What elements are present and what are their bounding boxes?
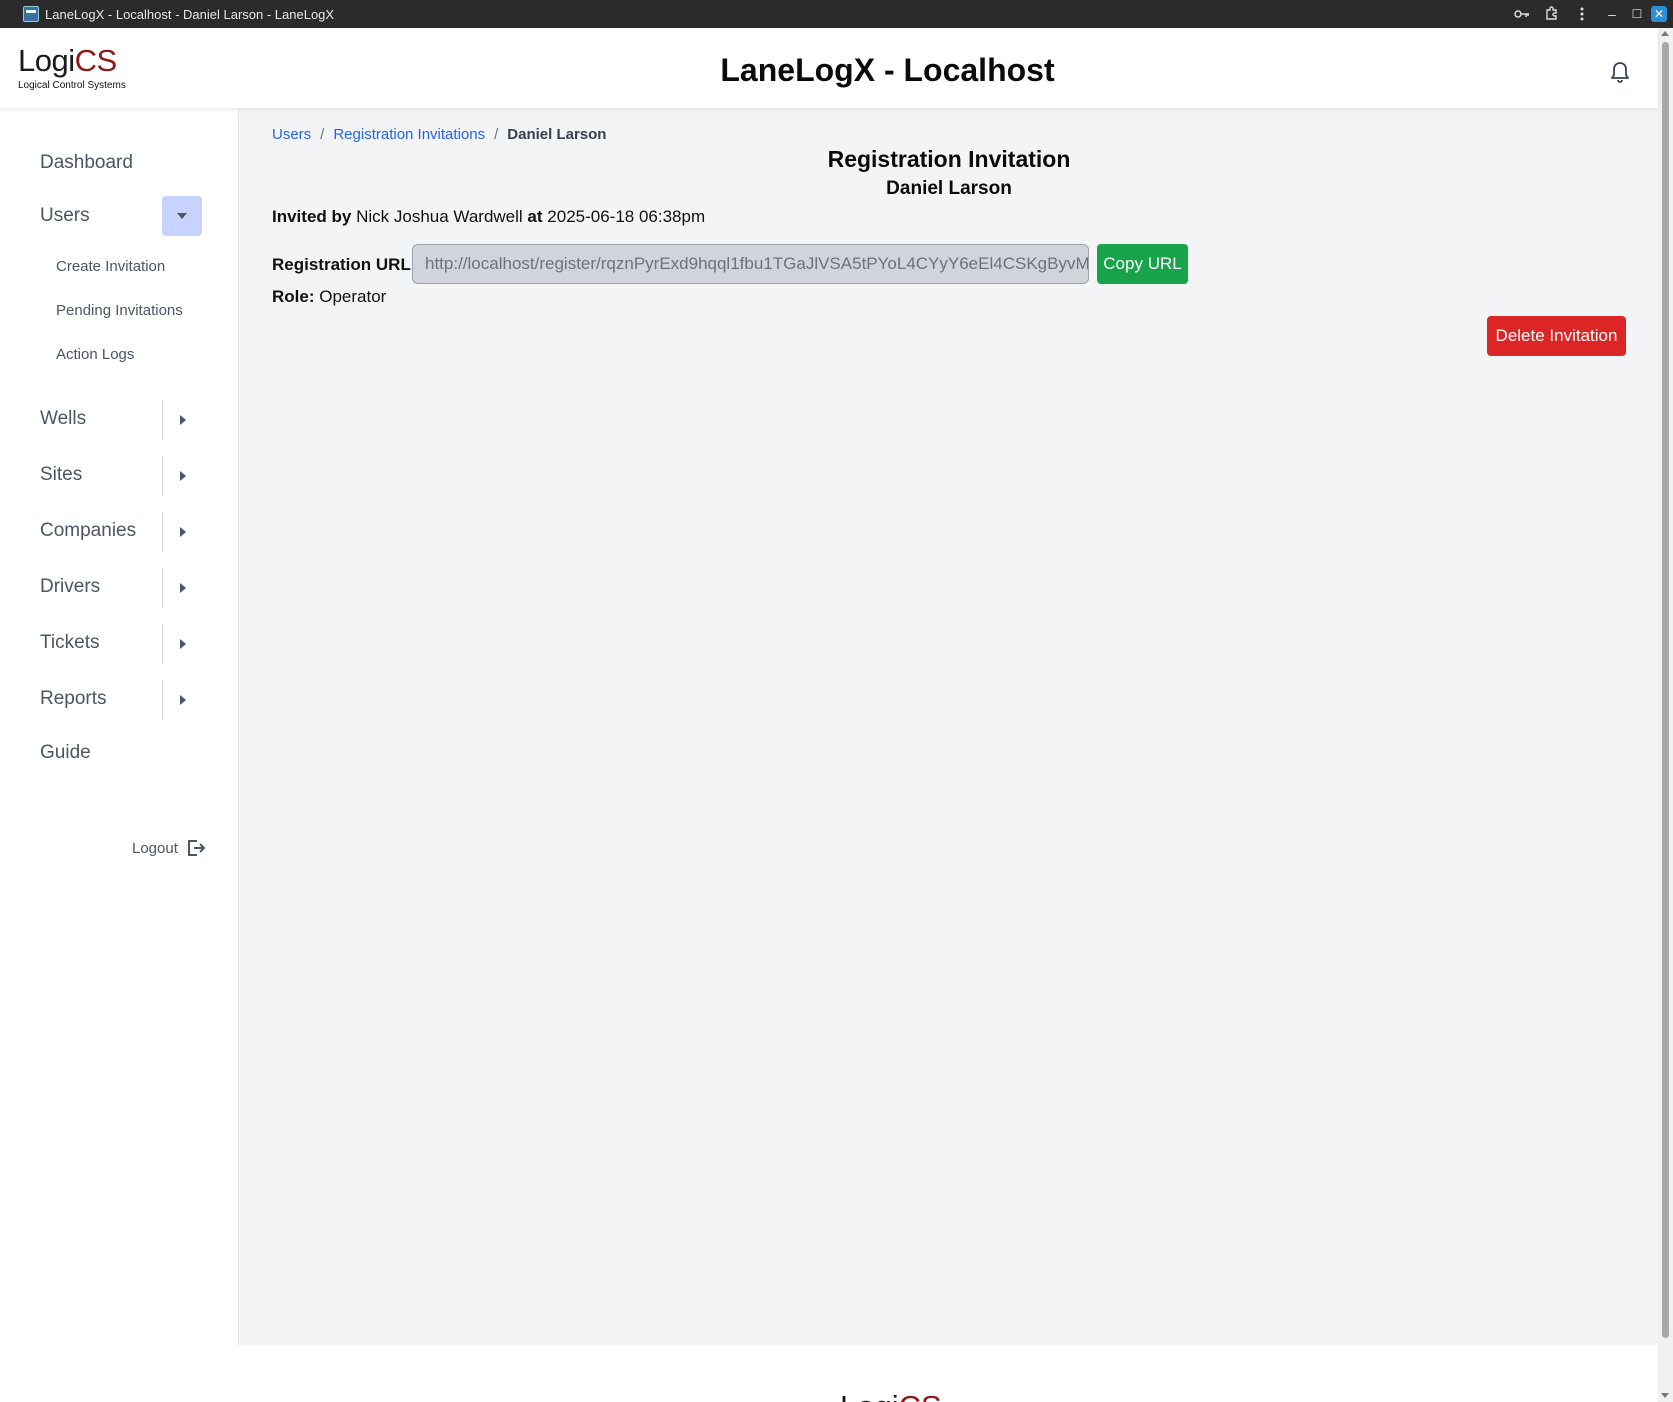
invited-by-label: Invited by (272, 207, 352, 226)
sidebar-item-guide[interactable]: Guide (40, 742, 91, 764)
page-subtitle: Daniel Larson (886, 178, 1012, 199)
logout-label: Logout (132, 839, 178, 857)
role-line: Role: Operator (272, 287, 386, 307)
window-title: LaneLogX - Localhost - Daniel Larson - L… (45, 6, 335, 22)
sidebar-subitem-create-invitation[interactable]: Create Invitation (56, 258, 165, 275)
page-title: Registration Invitation (827, 146, 1071, 172)
breadcrumb-current: Daniel Larson (507, 126, 607, 143)
minimize-button[interactable]: – (1597, 0, 1627, 28)
chevron-right-icon (179, 471, 186, 481)
sidebar-item-reports[interactable]: Reports (40, 688, 107, 710)
more-menu-icon[interactable] (1567, 0, 1597, 28)
breadcrumb: Users / Registration Invitations / Danie… (272, 126, 606, 143)
breadcrumb-users[interactable]: Users (272, 126, 311, 143)
extensions-icon[interactable] (1537, 0, 1567, 28)
sidebar-item-users[interactable]: Users (40, 205, 90, 227)
page-scrollbar[interactable] (1658, 28, 1673, 1402)
sidebar-item-dashboard[interactable]: Dashboard (40, 152, 133, 174)
sidebar-subitem-action-logs[interactable]: Action Logs (56, 346, 134, 363)
companies-toggle-button[interactable] (162, 512, 202, 552)
breadcrumb-registration-invitations[interactable]: Registration Invitations (333, 126, 485, 143)
logout-icon (187, 840, 206, 856)
sidebar: Dashboard Users Create Invitation Pendin… (0, 108, 239, 1345)
scroll-up-icon[interactable] (1661, 31, 1669, 36)
sidebar-item-companies[interactable]: Companies (40, 520, 136, 542)
role-label: Role: (272, 287, 315, 306)
chevron-right-icon (179, 695, 186, 705)
breadcrumb-separator: / (320, 126, 325, 143)
logout-button[interactable]: Logout (132, 838, 206, 858)
invited-at-value: 2025-06-18 06:38pm (547, 207, 706, 226)
sidebar-item-tickets[interactable]: Tickets (40, 632, 99, 654)
users-toggle-button[interactable] (162, 196, 202, 236)
invited-at-label: at (527, 207, 543, 226)
footer-logo: LogiCS (840, 1389, 942, 1402)
scroll-down-icon[interactable] (1661, 1393, 1669, 1398)
invited-by-line: Invited by Nick Joshua Wardwell at 2025-… (272, 207, 705, 227)
sites-toggle-button[interactable] (162, 456, 202, 496)
copy-url-button[interactable]: Copy URL (1097, 244, 1188, 284)
breadcrumb-separator: / (494, 126, 499, 143)
footer: LogiCS (0, 1345, 1658, 1402)
sidebar-item-drivers[interactable]: Drivers (40, 576, 100, 598)
sidebar-subitem-pending-invitations[interactable]: Pending Invitations (56, 302, 183, 319)
close-button[interactable]: ✕ (1651, 6, 1667, 22)
chevron-down-icon (177, 213, 187, 219)
sidebar-item-sites[interactable]: Sites (40, 464, 82, 486)
main-content: Users / Registration Invitations / Danie… (240, 108, 1658, 1345)
chevron-right-icon (179, 583, 186, 593)
delete-invitation-button[interactable]: Delete Invitation (1487, 316, 1626, 356)
scrollbar-thumb[interactable] (1662, 42, 1669, 1338)
window-titlebar: LaneLogX - Localhost - Daniel Larson - L… (0, 0, 1673, 28)
app-icon (23, 6, 39, 22)
key-icon[interactable] (1507, 0, 1537, 28)
reports-toggle-button[interactable] (162, 680, 202, 720)
app-header: LogiCS Logical Control Systems LaneLogX … (0, 28, 1658, 108)
chevron-right-icon (179, 415, 186, 425)
sidebar-item-wells[interactable]: Wells (40, 408, 86, 430)
drivers-toggle-button[interactable] (162, 568, 202, 608)
registration-url-label: Registration URL: (272, 255, 417, 274)
chevron-right-icon (179, 527, 186, 537)
app-title: LaneLogX - Localhost (720, 52, 1055, 88)
maximize-button[interactable]: ☐ (1627, 0, 1647, 28)
wells-toggle-button[interactable] (162, 400, 202, 440)
registration-url-field[interactable]: http://localhost/register/rqznPyrExd9hqq… (412, 244, 1089, 284)
invited-by-value: Nick Joshua Wardwell (356, 207, 523, 226)
role-value: Operator (319, 287, 387, 306)
notification-bell-icon[interactable] (1608, 58, 1632, 84)
chevron-right-icon (179, 639, 186, 649)
tickets-toggle-button[interactable] (162, 624, 202, 664)
